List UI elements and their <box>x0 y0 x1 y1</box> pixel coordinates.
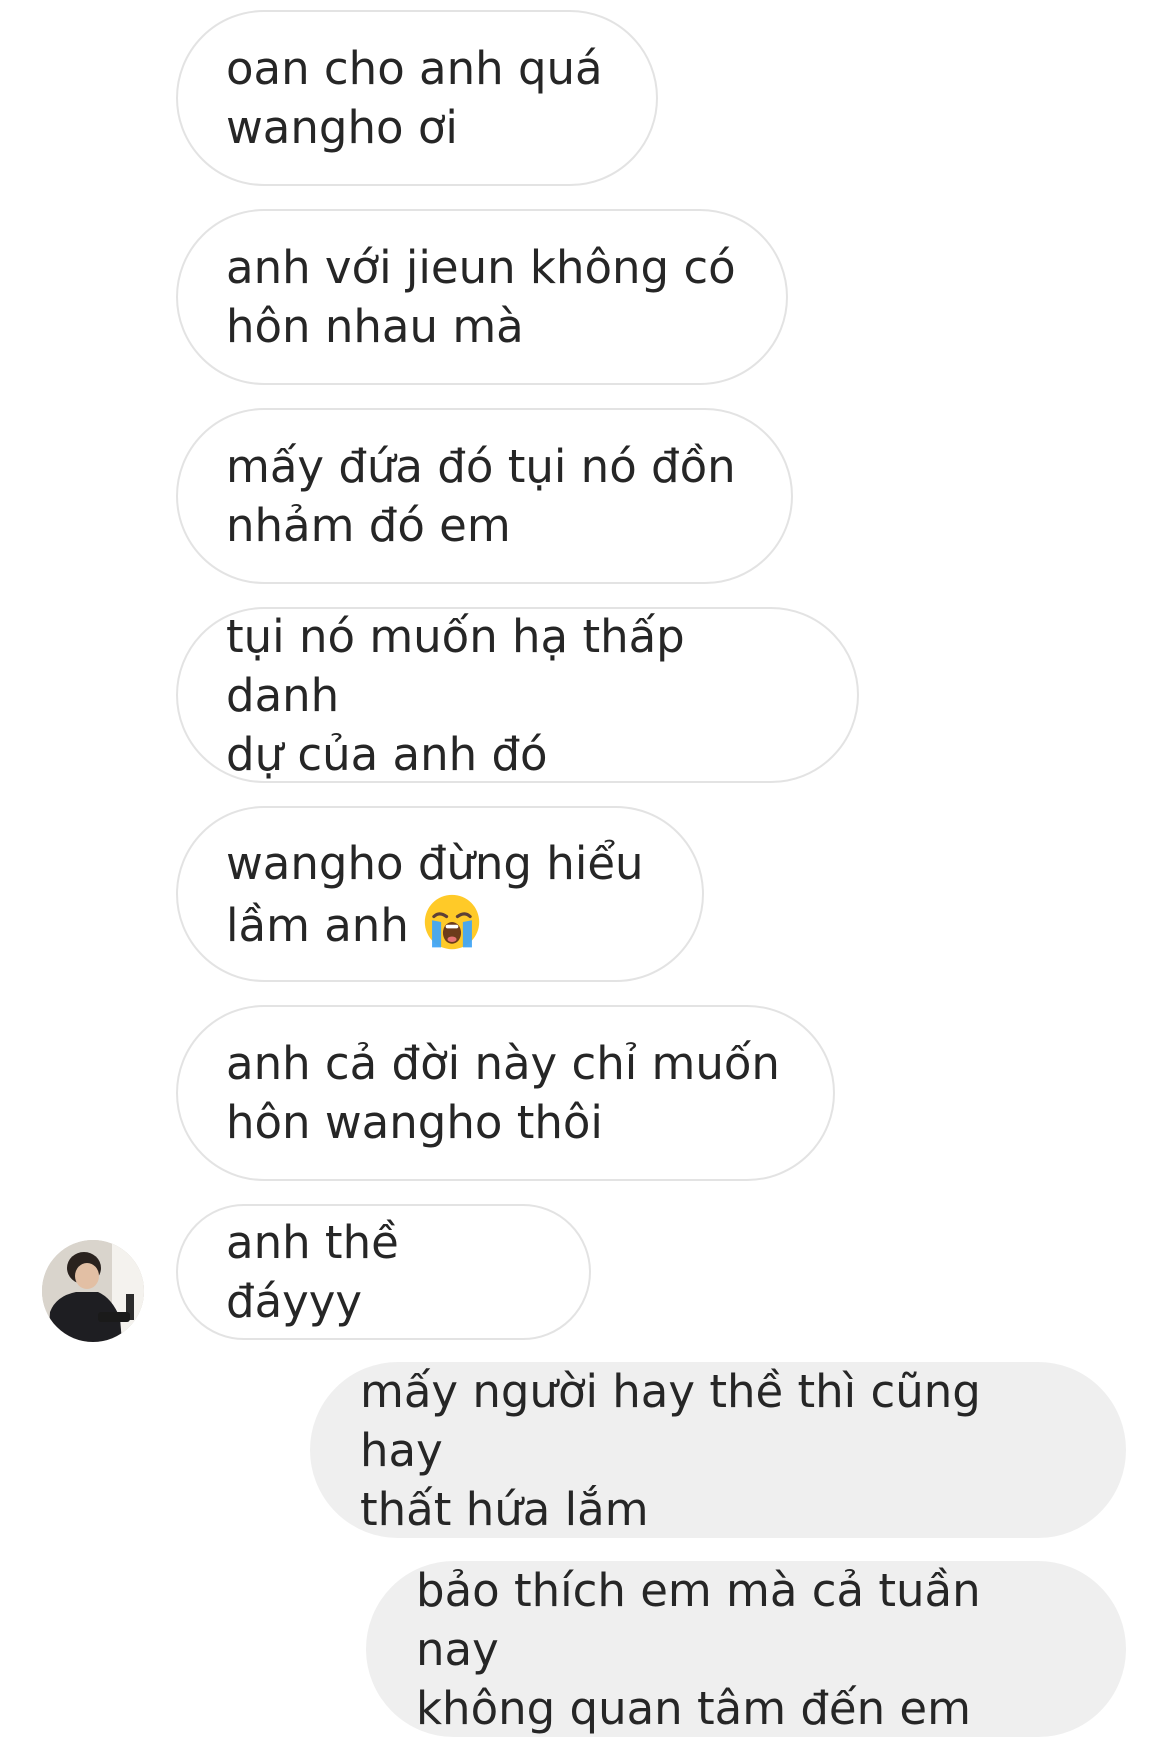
incoming-message-bubble[interactable]: anh cả đời này chỉ muốn hôn wangho thôi <box>176 1005 835 1181</box>
message-text: mấy người hay thề thì cũng hay thất hứa … <box>360 1364 981 1536</box>
message-text: anh với jieun không có hôn nhau mà <box>226 241 736 353</box>
message-text: anh cả đời này chỉ muốn hôn wangho thôi <box>226 1037 780 1149</box>
message-text: anh thề đáyyy <box>226 1216 399 1328</box>
outgoing-message-bubble[interactable]: bảo thích em mà cả tuần nay không quan t… <box>366 1561 1126 1737</box>
message-text: oan cho anh quá wangho ơi <box>226 42 603 154</box>
outgoing-message-bubble[interactable]: mấy người hay thề thì cũng hay thất hứa … <box>310 1362 1126 1538</box>
message-text: tụi nó muốn hạ thấp danh dự của anh đó <box>226 609 685 781</box>
incoming-message-bubble[interactable]: anh với jieun không có hôn nhau mà <box>176 209 788 385</box>
incoming-message-bubble[interactable]: oan cho anh quá wangho ơi <box>176 10 658 186</box>
loudly-crying-face-icon <box>424 894 480 949</box>
incoming-message-bubble[interactable]: anh thề đáyyy <box>176 1204 591 1340</box>
profile-photo-avatar <box>42 1240 144 1342</box>
sender-avatar[interactable] <box>42 1240 144 1342</box>
message-text-with-emoji: wangho đừng hiểu lầm anh <box>226 834 644 955</box>
message-text: bảo thích em mà cả tuần nay không quan t… <box>416 1563 981 1735</box>
message-text: mấy đứa đó tụi nó đồn nhảm đó em <box>226 440 736 552</box>
incoming-message-bubble[interactable]: mấy đứa đó tụi nó đồn nhảm đó em <box>176 408 793 584</box>
incoming-message-bubble[interactable]: tụi nó muốn hạ thấp danh dự của anh đó <box>176 607 859 783</box>
incoming-message-bubble[interactable]: wangho đừng hiểu lầm anh <box>176 806 704 982</box>
